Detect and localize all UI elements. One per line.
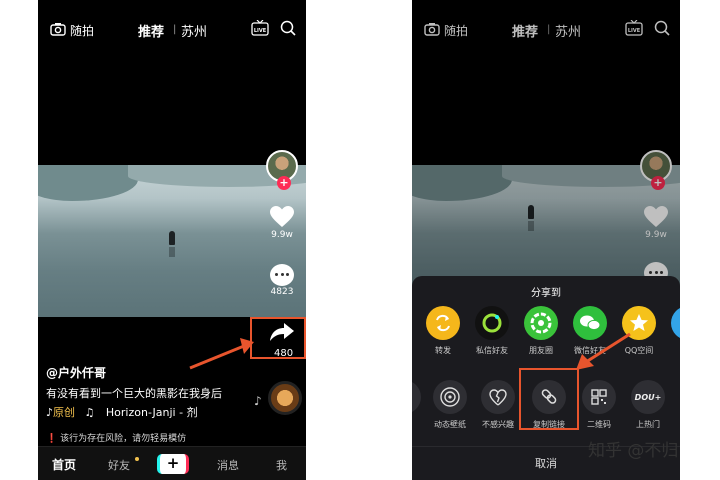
music-note-icon: ♪ [254, 394, 262, 408]
share-app-label: 私信好友 [476, 346, 508, 355]
share-app-qq[interactable]: Q [664, 306, 680, 354]
create-button[interactable]: + [157, 454, 189, 474]
comment-icon[interactable] [270, 264, 294, 286]
nav-messages[interactable]: 消息 [217, 457, 239, 473]
tab-separator: | [173, 24, 177, 35]
share-app-label: 朋友圈 [529, 346, 553, 355]
follow-plus-icon[interactable]: + [277, 176, 291, 190]
action-promote[interactable]: DOU+ 上热门 [624, 380, 672, 430]
risk-notice-text: 该行为存在风险，请勿轻易模仿 [60, 434, 187, 444]
pointer-arrow-icon [576, 332, 631, 370]
direct-message-icon [475, 306, 509, 340]
share-app-label: Q [664, 345, 680, 354]
share-app-moments[interactable]: 朋友圈 [517, 306, 565, 356]
author-username[interactable]: @户外仟哥 [46, 364, 106, 381]
author-avatar[interactable]: + [266, 150, 298, 190]
search-icon[interactable] [280, 20, 296, 39]
dou-badge-text: DOU+ [635, 393, 662, 402]
video-description: 有没有看到一个巨大的黑影在我身后 [46, 387, 222, 400]
comment-count: 4823 [270, 287, 294, 297]
action-label: 不感兴趣 [482, 420, 514, 429]
music-line[interactable]: ♪原创 ♫ Horizon-Janji - 剂 [46, 404, 198, 420]
bottom-nav: 首页 好友 + 消息 我 [38, 446, 306, 480]
tab-recommend[interactable]: 推荐 [138, 21, 164, 40]
top-bar: 随拍 推荐 | 苏州 LIVE [38, 0, 306, 60]
live-text: LIVE [254, 28, 267, 34]
notification-dot [135, 457, 139, 461]
snap-label[interactable]: 随拍 [70, 22, 94, 39]
action-label: 动态壁纸 [434, 420, 466, 429]
person-reflection [169, 247, 175, 257]
moments-icon [524, 306, 558, 340]
warning-icon: ❗ [46, 434, 58, 444]
action-label: 上热门 [636, 420, 660, 429]
live-icon[interactable]: LIVE [251, 19, 269, 39]
like-action[interactable]: 9.9w [264, 205, 300, 240]
action-not-interested[interactable]: 不感兴趣 [474, 380, 522, 430]
action-live-wallpaper[interactable]: 动态壁纸 [426, 380, 474, 430]
nav-friends[interactable]: 好友 [108, 457, 130, 473]
like-count: 9.9w [271, 230, 293, 240]
tiktok-note-icon: ♪ [46, 406, 54, 419]
share-panel-title: 分享到 [531, 288, 561, 299]
tab-city[interactable]: 苏州 [181, 21, 207, 40]
nav-me[interactable]: 我 [276, 457, 287, 473]
risk-notice: ❗ 该行为存在风险，请勿轻易模仿 [46, 431, 186, 444]
action-qr-code[interactable]: 二维码 [575, 380, 623, 430]
music-title: Horizon-Janji - 剂 [105, 406, 198, 419]
mountain-shape [38, 165, 138, 201]
qq-icon [671, 306, 680, 340]
share-app-direct-message[interactable]: 私信好友 [468, 306, 516, 356]
camera-icon[interactable] [50, 22, 66, 39]
nav-home[interactable]: 首页 [52, 456, 76, 473]
left-phone-screen: 随拍 推荐 | 苏州 LIVE + 9.9w 4823 480 @户外仟哥 有没… [38, 0, 306, 480]
pointer-arrow-icon [189, 338, 254, 370]
share-app-repost[interactable]: 转发 [419, 306, 467, 356]
action-label: 二维码 [587, 420, 611, 429]
dou-plus-icon: DOU+ [631, 380, 665, 414]
heart-icon[interactable] [269, 205, 295, 229]
copy-link-highlight-box [519, 368, 579, 430]
music-note-icon: ♫ [84, 406, 95, 419]
qr-code-icon [582, 380, 616, 414]
share-count: 480 [274, 348, 294, 359]
watermark-text: 知乎 @不归 [588, 441, 679, 461]
action-icon [412, 380, 421, 414]
original-tag: 原创 [53, 406, 76, 419]
wallpaper-icon [433, 380, 467, 414]
broken-heart-icon [481, 380, 515, 414]
share-app-label: 转发 [435, 346, 451, 355]
person-figure [169, 231, 175, 245]
repost-icon [426, 306, 460, 340]
side-actions: + [264, 150, 300, 190]
comment-action[interactable]: 4823 [264, 264, 300, 297]
right-phone-screen: 随拍 推荐 | 苏州 LIVE + 9.9w 分享到 转发 私信好友 朋友圈 微… [412, 0, 680, 480]
music-disc[interactable] [268, 381, 302, 415]
